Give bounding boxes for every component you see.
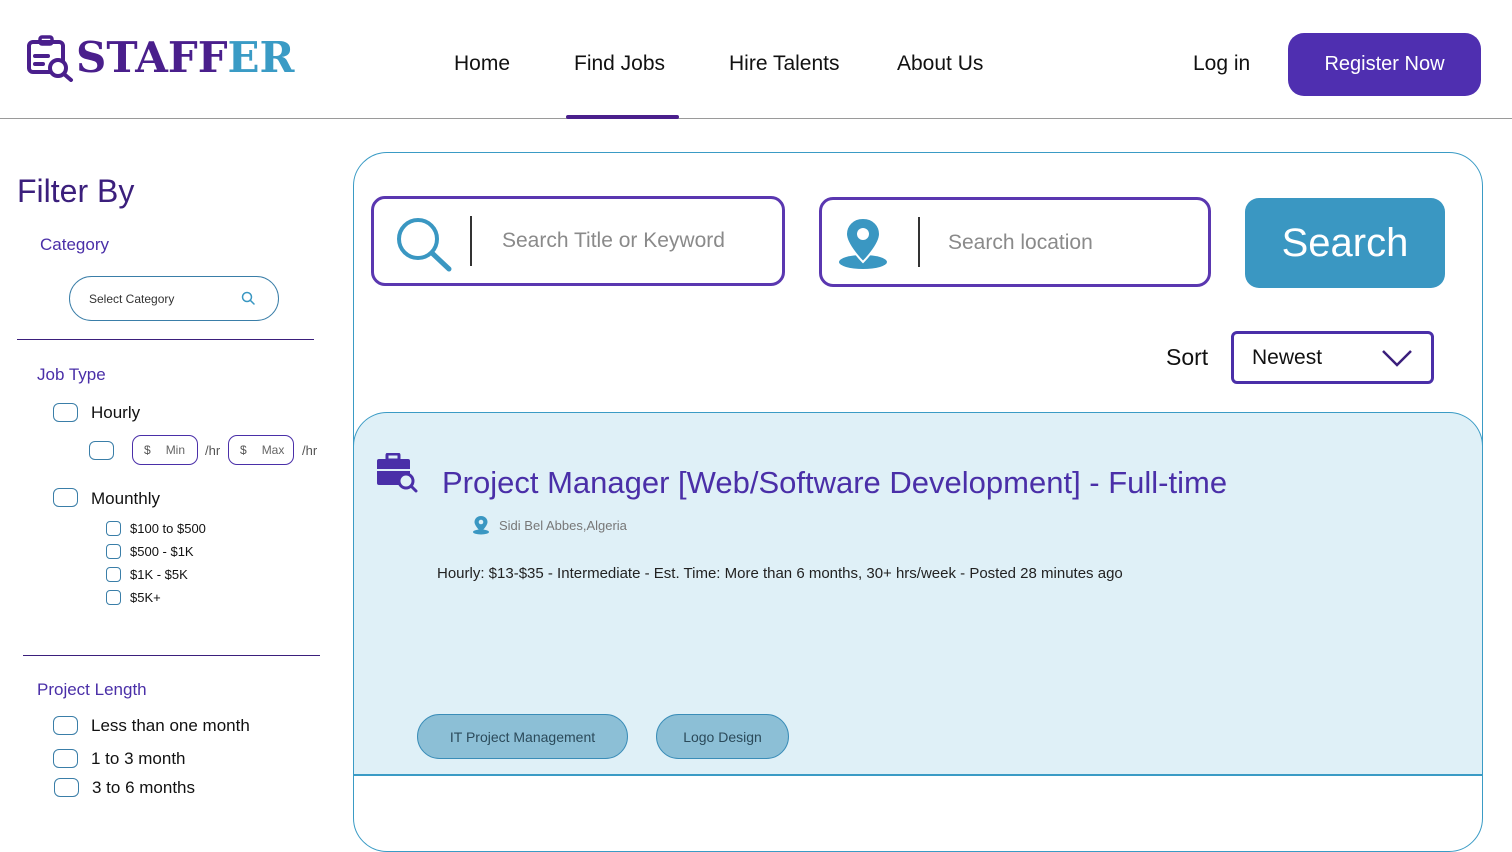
monthly-range-label: $500 - $1K: [130, 544, 194, 559]
category-placeholder: Select Category: [89, 291, 175, 306]
map-pin-icon: [473, 516, 489, 535]
skill-tag[interactable]: Logo Design: [656, 714, 789, 759]
project-length-option: Less than one month: [91, 716, 250, 735]
nav-hire-talents[interactable]: Hire Talents: [729, 50, 840, 78]
nav-about-us[interactable]: About Us: [897, 50, 983, 78]
filter-title: Filter By: [17, 173, 135, 209]
hourly-label: Hourly: [91, 403, 141, 422]
project-length-checkbox[interactable]: [54, 778, 79, 797]
monthly-range-checkbox[interactable]: [106, 521, 121, 536]
search-separator: [918, 217, 920, 267]
project-length-option: 1 to 3 month: [91, 749, 186, 768]
register-button[interactable]: Register Now: [1288, 33, 1481, 96]
job-location: Sidi Bel Abbes,Algeria: [472, 515, 627, 535]
currency-symbol: $: [240, 443, 247, 457]
monthly-range-label: $100 to $500: [130, 521, 206, 536]
hourly-max-input[interactable]: $ Max: [228, 435, 294, 465]
project-length-checkbox[interactable]: [53, 749, 78, 768]
search-icon: [397, 218, 452, 272]
sort-label: Sort: [1166, 344, 1209, 370]
project-length-checkbox[interactable]: [53, 716, 78, 735]
hourly-min-input[interactable]: $ Min: [132, 435, 198, 465]
monthly-range-checkbox[interactable]: [106, 544, 121, 559]
monthly-range-label: $1K - $5K: [130, 567, 188, 582]
sidebar-divider: [17, 339, 314, 340]
category-select[interactable]: Select Category: [69, 276, 279, 321]
keyword-search-input[interactable]: [502, 229, 772, 253]
location-search-box[interactable]: [819, 197, 1211, 287]
per-hour-unit: /hr: [205, 443, 221, 458]
job-title[interactable]: Project Manager [Web/Software Developmen…: [442, 463, 1227, 503]
currency-symbol: $: [144, 443, 151, 457]
site-header: STAFFER Home Find Jobs Hire Talents Abou…: [0, 0, 1512, 119]
max-placeholder: Max: [261, 443, 285, 457]
min-placeholder: Min: [165, 443, 186, 457]
nav-active-indicator: [566, 115, 679, 119]
hourly-range-checkbox[interactable]: [89, 441, 114, 460]
search-button[interactable]: Search: [1245, 198, 1445, 288]
hourly-checkbox[interactable]: [53, 403, 78, 422]
brand-name-part1: STAFF: [76, 33, 228, 82]
monthly-range-checkbox[interactable]: [106, 567, 121, 582]
monthly-range-checkbox[interactable]: [106, 590, 121, 605]
job-meta: Hourly: $13-$35 - Intermediate - Est. Ti…: [437, 565, 1123, 582]
nav-find-jobs[interactable]: Find Jobs: [574, 50, 665, 78]
sidebar-divider: [23, 655, 320, 656]
map-pin-icon: [839, 216, 887, 269]
job-type-label: Job Type: [37, 365, 106, 384]
sort-value: Newest: [1252, 345, 1323, 369]
category-label: Category: [40, 235, 109, 254]
brand-name: STAFFER: [76, 34, 294, 82]
login-link[interactable]: Log in: [1193, 50, 1250, 78]
nav-home[interactable]: Home: [454, 50, 510, 78]
keyword-search-box[interactable]: [371, 196, 785, 286]
monthly-checkbox[interactable]: [53, 488, 78, 507]
project-length-label: Project Length: [37, 680, 147, 699]
briefcase-search-icon: [377, 453, 418, 493]
location-search-input[interactable]: [948, 231, 1198, 255]
chevron-down-icon: [1382, 350, 1412, 367]
project-length-option: 3 to 6 months: [92, 778, 196, 797]
sort-select[interactable]: Newest: [1231, 331, 1434, 384]
search-icon: [241, 291, 255, 305]
briefcase-search-icon: [27, 35, 73, 82]
brand-name-part2: ER: [227, 33, 295, 82]
brand-logo[interactable]: STAFFER: [26, 34, 294, 82]
monthly-label: Mounthly: [91, 489, 160, 508]
search-separator: [470, 216, 472, 266]
skill-tag[interactable]: IT Project Management: [417, 714, 628, 759]
monthly-range-label: $5K+: [130, 590, 161, 605]
per-hour-unit: /hr: [302, 443, 318, 458]
job-location-text: Sidi Bel Abbes,Algeria: [499, 517, 627, 533]
